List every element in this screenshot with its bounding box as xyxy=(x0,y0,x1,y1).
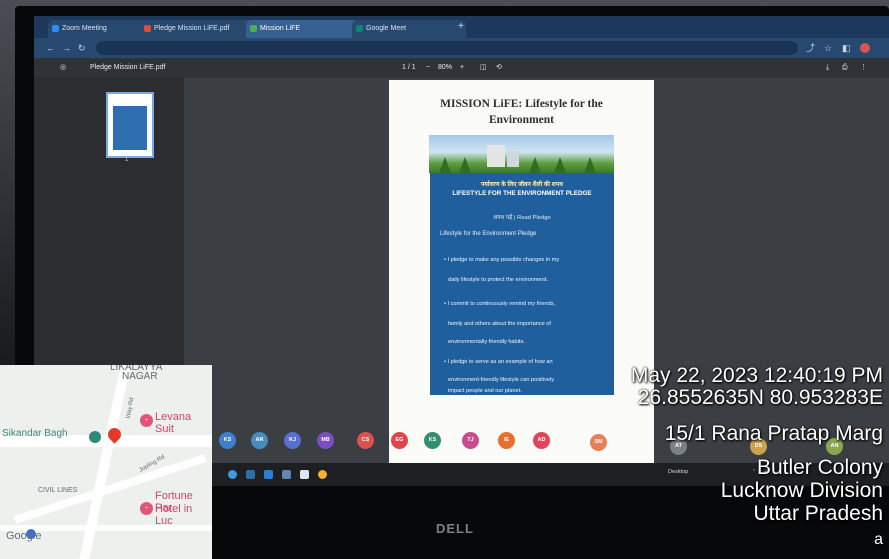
hotel-pin-icon[interactable]: ▪ xyxy=(140,502,153,515)
google-logo: Google xyxy=(6,530,42,542)
menu-icon[interactable]: ◎ xyxy=(60,58,66,78)
participant-avatar[interactable]: CS xyxy=(357,432,374,449)
share-icon[interactable]: ⤴ xyxy=(806,42,815,54)
geotag-state: Uttar Pradesh xyxy=(753,502,883,525)
rotate-icon[interactable]: ⟲ xyxy=(496,58,502,78)
meet-icon xyxy=(356,25,363,32)
pledge-line: family and others about the importance o… xyxy=(448,321,551,327)
participant-avatar[interactable]: AD xyxy=(533,432,550,449)
pledge-line: daily lifestyle to protect the environme… xyxy=(448,277,548,283)
pledge-line: • I commit to continuously remind my fri… xyxy=(444,301,556,307)
more-options-icon[interactable]: ⋮ xyxy=(860,58,867,78)
mail-icon[interactable] xyxy=(264,470,273,479)
pledge-line: • I pledge to serve as an example of how… xyxy=(444,359,553,365)
thumbnail-preview xyxy=(113,106,147,150)
hindi-title: पर्यावरण के लिए जीवन शैली की शपथ xyxy=(481,182,563,188)
leaf-icon xyxy=(250,25,257,32)
app-icon[interactable] xyxy=(300,470,309,479)
geotag-coordinates: 26.8552635N 80.953283E xyxy=(637,386,883,409)
page-indicator[interactable]: 1 / 1 xyxy=(402,58,416,78)
zoom-icon xyxy=(52,25,59,32)
zoom-in-icon[interactable]: + xyxy=(460,58,464,78)
chrome-icon[interactable] xyxy=(318,470,327,479)
pledge-card: पर्यावरण के लिए जीवन शैली की शपथ LIFESTY… xyxy=(430,173,614,395)
pledge-line: environmentally friendly habits. xyxy=(448,339,525,345)
geotag-street: 15/1 Rana Pratap Marg xyxy=(664,422,883,445)
bookmark-star-icon[interactable]: ☆ xyxy=(824,42,832,54)
tree-graphic xyxy=(439,157,451,173)
participant-avatar[interactable]: IE xyxy=(498,432,515,449)
park-pin-icon[interactable] xyxy=(89,431,101,443)
map-label: NAGAR xyxy=(122,371,158,382)
browser-tab[interactable]: Pledge Mission LiFE.pdf xyxy=(140,20,256,38)
read-pledge-link[interactable]: शपथ पढ़ें | Read Pledge xyxy=(430,213,614,221)
geotag-locality: Butler Colony xyxy=(756,456,883,479)
pdf-page: MISSION LiFE: Lifestyle for the Environm… xyxy=(389,80,654,486)
participant-avatar[interactable]: KS xyxy=(424,432,441,449)
tree-graphic xyxy=(554,157,566,173)
participant-avatar[interactable]: EG xyxy=(391,432,408,449)
store-icon[interactable] xyxy=(282,470,291,479)
participant-avatar[interactable]: SM xyxy=(590,434,607,451)
map-label: Sikandar Bagh xyxy=(2,428,68,439)
section-label: Lifestyle for the Environment Pledge xyxy=(440,231,537,237)
hotel-pin-icon[interactable]: ▪ xyxy=(140,414,153,427)
tree-graphic xyxy=(529,157,541,173)
map-label: Way Rd xyxy=(125,397,136,419)
browser-tab-active[interactable]: Mission LiFE xyxy=(246,20,362,38)
profile-avatar[interactable] xyxy=(860,43,870,53)
environment-banner-image xyxy=(429,135,614,173)
map-poi-label[interactable]: Hotel in Luc xyxy=(155,503,212,527)
forward-icon[interactable]: → xyxy=(62,42,71,54)
fit-page-icon[interactable]: ◫ xyxy=(480,58,487,78)
pledge-line: impact people and our planet. xyxy=(448,388,522,394)
geotag-division: Lucknow Division xyxy=(720,479,883,502)
participant-avatar[interactable]: MB xyxy=(317,432,334,449)
dell-logo: DELL xyxy=(436,521,474,536)
file-explorer-icon[interactable] xyxy=(246,470,255,479)
pledge-title: LIFESTYLE FOR THE ENVIRONMENT PLEDGE xyxy=(452,190,592,197)
building-graphic xyxy=(507,151,519,167)
zoom-out-icon[interactable]: − xyxy=(426,58,430,78)
edge-icon[interactable] xyxy=(228,470,237,479)
print-icon[interactable]: ⎙ xyxy=(842,58,848,78)
participant-avatar[interactable]: TJ xyxy=(462,432,479,449)
address-bar[interactable] xyxy=(96,41,798,55)
browser-tab[interactable]: Zoom Meeting xyxy=(48,20,150,38)
tree-graphic xyxy=(459,157,471,173)
building-graphic xyxy=(487,145,505,167)
new-tab-icon[interactable]: + xyxy=(458,21,464,32)
tree-graphic xyxy=(584,157,596,173)
participant-avatar[interactable]: KS xyxy=(219,432,236,449)
page-thumbnail[interactable] xyxy=(106,92,154,158)
back-icon[interactable]: ← xyxy=(46,42,55,54)
geotag-extra: a xyxy=(874,531,883,548)
geotag-datetime: May 22, 2023 12:40:19 PM xyxy=(630,364,883,387)
participant-avatar[interactable]: KJ xyxy=(284,432,301,449)
pledge-line: • I pledge to make any possible changes … xyxy=(444,257,560,263)
extensions-icon[interactable]: ◧ xyxy=(842,42,851,54)
download-icon[interactable]: ⤓ xyxy=(826,58,829,78)
thumbnail-page-number: 1 xyxy=(125,157,129,163)
desktop-toolbar-label[interactable]: Desktop xyxy=(668,469,688,475)
browser-tab[interactable]: Google Meet xyxy=(352,20,466,38)
zoom-level: 80% xyxy=(438,64,453,71)
participant-avatar[interactable]: AR xyxy=(251,432,268,449)
map-label: CIVIL LINES xyxy=(38,487,78,494)
page-title: MISSION LiFE: Lifestyle for the Environm… xyxy=(440,98,603,126)
pdf-icon xyxy=(144,25,151,32)
browser-tab-bar: Zoom Meeting Pledge Mission LiFE.pdf Mis… xyxy=(34,16,889,38)
pdf-toolbar: ◎ Pledge Mission LiFE.pdf 1 / 1 − 80% + … xyxy=(34,58,889,78)
reload-icon[interactable]: ↻ xyxy=(78,42,86,54)
pdf-file-name: Pledge Mission LiFE.pdf xyxy=(90,64,166,71)
map-poi-label[interactable]: Levana Suit xyxy=(155,411,212,435)
